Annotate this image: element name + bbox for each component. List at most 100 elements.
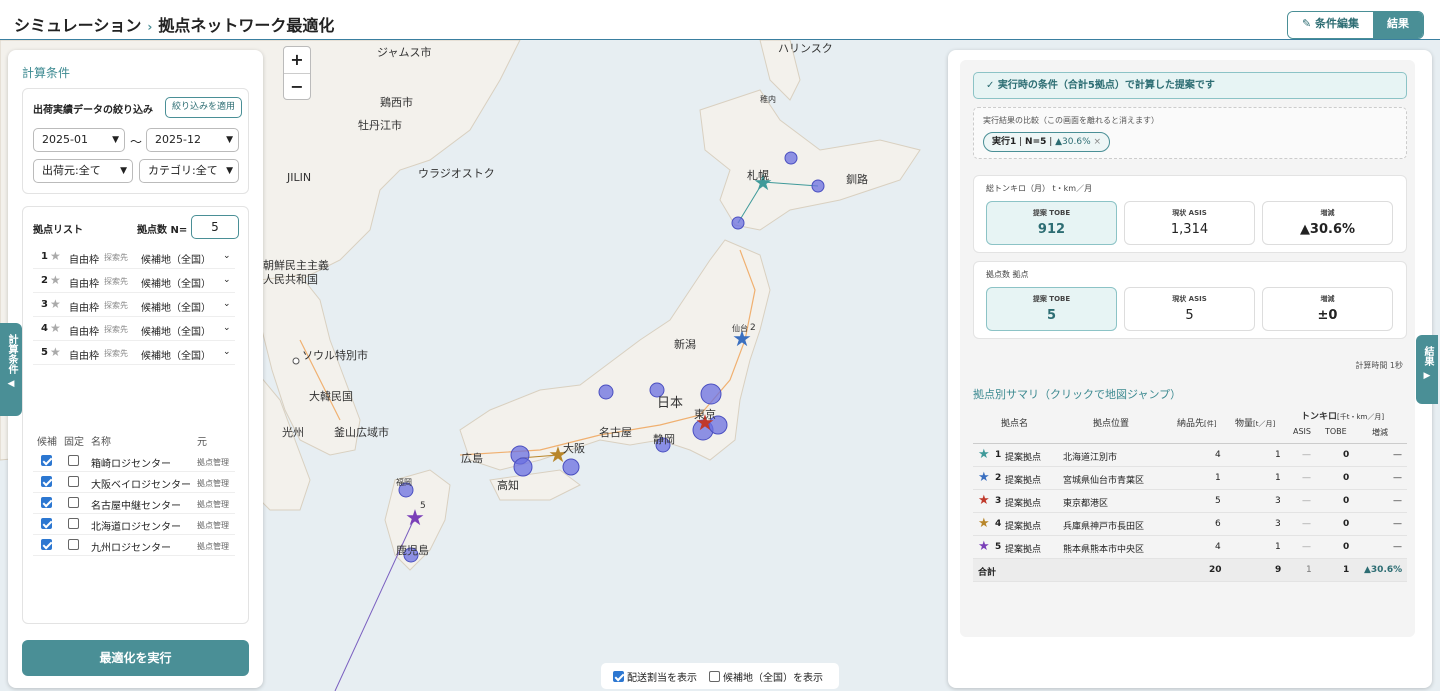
candidate-checkbox[interactable] — [41, 497, 52, 508]
row-name: 提案拠点 — [1005, 545, 1042, 555]
zoom-out-button[interactable]: − — [284, 73, 310, 99]
col-vol-unit: [t／月] — [1253, 420, 1276, 428]
edit-conditions-label: 条件編集 — [1315, 17, 1359, 30]
date-from-select[interactable]: 2025-01 ▼ — [33, 128, 125, 152]
side-tab-text: 計算条件 — [6, 334, 17, 374]
candidates-checkbox[interactable] — [709, 670, 720, 682]
toggle-candidates[interactable]: 候補地（全国）を表示 — [709, 669, 823, 684]
chevron-down-icon[interactable]: ⌄ — [223, 323, 231, 333]
hub-slot[interactable]: 3 ★ 自由枠 探索先 候補地（全国） ⌄ — [33, 293, 235, 317]
run-chip[interactable]: 実行1 | N=5 | ▲30.6% × — [983, 132, 1111, 152]
candidate-source: 拠点管理 — [197, 542, 229, 551]
map-label: ジャムス市 — [377, 46, 432, 59]
hub-slot[interactable]: 5 ★ 自由枠 探索先 候補地（全国） ⌄ — [33, 341, 235, 365]
kpi-value: ▲30.6% — [1299, 222, 1356, 237]
summary-title[interactable]: 拠点別サマリ（クリックで地図ジャンプ） — [973, 386, 1181, 402]
row-location: 東京都港区 — [1063, 499, 1109, 509]
chevron-down-icon[interactable]: ⌄ — [223, 251, 231, 261]
candidate-checkbox[interactable] — [41, 455, 52, 466]
row-diff: — — [1393, 496, 1402, 506]
close-icon[interactable]: × — [1094, 137, 1102, 147]
map-label: 仙台 — [732, 324, 748, 333]
table-row[interactable]: ★ 2 提案拠点 宮城県仙台市青葉区 1 1 — 0 — — [973, 467, 1407, 490]
demand-point — [598, 384, 614, 400]
demand-point — [700, 383, 722, 405]
chevron-down-icon[interactable]: ⌄ — [223, 275, 231, 285]
apply-filter-button[interactable]: 絞り込みを適用 — [164, 97, 242, 118]
row-asis: — — [1302, 542, 1311, 552]
category-filter-select[interactable]: カテゴリ:全て ▼ — [139, 159, 239, 183]
conditions-side-tab[interactable]: 計算条件 ◀ — [0, 323, 22, 416]
col-dest-unit: [件] — [1204, 420, 1217, 428]
assignment-checkbox[interactable] — [613, 670, 624, 682]
fixed-checkbox[interactable] — [68, 539, 79, 550]
row-location: 兵庫県神戸市長田区 — [1063, 522, 1145, 532]
candidate-checkbox[interactable] — [41, 476, 52, 487]
table-row[interactable]: ★ 3 提案拠点 東京都港区 5 3 — 0 — — [973, 490, 1407, 513]
table-row[interactable]: ★ 1 提案拠点 北海道江別市 4 1 — 0 — — [973, 444, 1407, 467]
kpi-value: 1,314 — [1170, 222, 1209, 237]
fixed-checkbox[interactable] — [68, 455, 79, 466]
map-label: 人民共和国 — [263, 273, 318, 286]
candidate-checkbox[interactable] — [41, 539, 52, 550]
star-icon: ★ — [50, 345, 61, 359]
row-diff: — — [1393, 450, 1402, 460]
hub-slot[interactable]: 2 ★ 自由枠 探索先 候補地（全国） ⌄ — [33, 269, 235, 293]
map-label: 釧路 — [846, 173, 868, 186]
row-number: 2 — [995, 473, 1002, 483]
candidate-source: 拠点管理 — [197, 521, 229, 530]
filter-heading: 出荷実績データの絞り込み — [33, 105, 153, 116]
col-diff: 増減 — [1372, 428, 1388, 437]
table-row[interactable]: ★ 5 提案拠点 熊本県熊本市中央区 4 1 — 0 — — [973, 536, 1407, 559]
chevron-down-icon: ▼ — [112, 135, 119, 145]
candidate-checkbox[interactable] — [41, 518, 52, 529]
fixed-checkbox[interactable] — [68, 518, 79, 529]
date-from-value: 2025-01 — [42, 133, 88, 146]
slot-candidate: 候補地（全国） — [141, 351, 211, 362]
hub-slot[interactable]: 4 ★ 自由枠 探索先 候補地（全国） ⌄ — [33, 317, 235, 341]
slot-type: 自由枠 — [69, 327, 99, 338]
kpi-label: 現状 ASIS — [1172, 209, 1207, 217]
city-dot — [292, 357, 300, 365]
row-dest: 5 — [1215, 496, 1221, 506]
row-asis: — — [1302, 473, 1311, 483]
map-label: 光州 — [282, 426, 304, 439]
map-label: JILIN — [287, 171, 312, 184]
zoom-in-button[interactable]: + — [284, 47, 310, 73]
conditions-panel: 計算条件 出荷実績データの絞り込み 絞り込みを適用 2025-01 ▼ 〜 202… — [8, 50, 263, 688]
candidate-row: 名古屋中継センター 拠点管理 — [33, 493, 235, 514]
row-asis: — — [1302, 450, 1311, 460]
toggle-assignment[interactable]: 配送割当を表示 — [613, 669, 697, 684]
breadcrumb-root[interactable]: シミュレーション — [14, 16, 141, 35]
slot-number: 3 — [41, 299, 48, 310]
star-icon: ★ — [978, 516, 990, 531]
table-row[interactable]: ★ 4 提案拠点 兵庫県神戸市長田区 6 3 — 0 — — [973, 513, 1407, 536]
origin-filter-select[interactable]: 出荷元:全て ▼ — [33, 159, 133, 183]
run-optimization-button[interactable]: 最適化を実行 — [22, 640, 249, 676]
results-side-tab[interactable]: 結果 ▶ — [1416, 335, 1438, 404]
slot-tag: 探索先 — [104, 325, 128, 334]
fixed-checkbox[interactable] — [68, 497, 79, 508]
row-tobe: 0 — [1343, 496, 1350, 506]
map-label: 名古屋 — [599, 426, 632, 439]
row-name: 提案拠点 — [1005, 522, 1042, 532]
map-label: 鶏西市 — [380, 96, 413, 109]
star-icon: ★ — [978, 493, 990, 508]
hub-count-input[interactable]: 5 — [191, 215, 239, 239]
row-diff: — — [1393, 519, 1402, 529]
row-vol: 1 — [1275, 473, 1281, 483]
chevron-down-icon[interactable]: ⌄ — [223, 347, 231, 357]
hub-slot[interactable]: 1 ★ 自由枠 探索先 候補地（全国） ⌄ — [33, 245, 235, 269]
slot-candidate: 候補地（全国） — [141, 255, 211, 266]
chevron-down-icon[interactable]: ⌄ — [223, 299, 231, 309]
kpi-label: 提案 TOBE — [1032, 295, 1071, 303]
edit-conditions-button[interactable]: ✎ 条件編集 — [1287, 12, 1373, 38]
kpi-value: 5 — [1185, 308, 1194, 323]
row-vol: 1 — [1275, 542, 1281, 552]
col-tonkm-label: トンキロ — [1301, 412, 1338, 422]
candidate-name: 名古屋中継センター — [91, 501, 181, 512]
date-to-select[interactable]: 2025-12 ▼ — [146, 128, 239, 152]
results-button[interactable]: 結果 — [1373, 12, 1423, 38]
date-range-separator: 〜 — [130, 135, 143, 149]
fixed-checkbox[interactable] — [68, 476, 79, 487]
